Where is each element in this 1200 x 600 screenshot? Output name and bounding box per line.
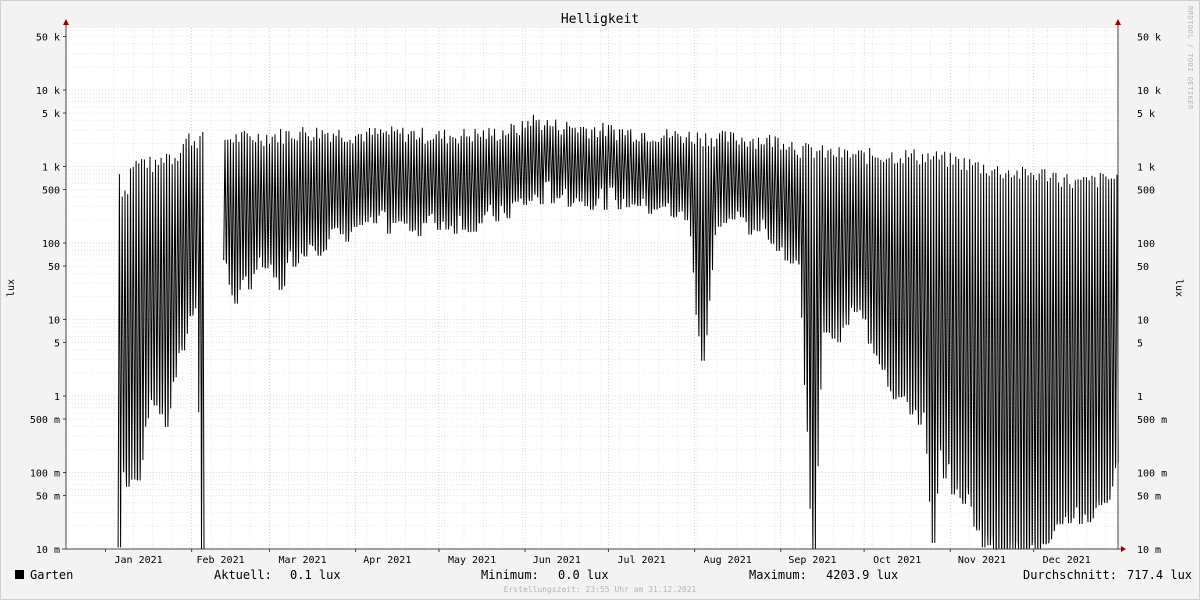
y-tick-label-right: 5 k	[1137, 109, 1155, 120]
legend-swatch	[15, 570, 24, 579]
minimum-label: Minimum:	[481, 568, 539, 582]
x-tick-label: Apr 2021	[363, 555, 411, 566]
chart-title: Helligkeit	[561, 12, 639, 27]
creation-timestamp: Erstellungszeit: 23:55 Uhr am 31.12.2021	[504, 585, 697, 594]
right-tick-labels: 50 k 10 k 5 k 1 k 500 100 50 10 5 1 500 m 100 m 50 m…	[1137, 33, 1167, 556]
rrdtool-watermark: RRDTOOL / TOBI OETIKER	[1186, 6, 1194, 110]
maximum-value: 4203.9 lux	[826, 568, 898, 582]
y-axis-label-right: lux	[1173, 279, 1184, 297]
x-tick-label: Aug 2021	[704, 555, 752, 566]
x-tick-label: Jun 2021	[533, 555, 581, 566]
y-tick-label-right: 500 m	[1137, 415, 1167, 426]
y-tick-label-right: 1	[1137, 392, 1143, 403]
y-tick-label-left: 10 k	[36, 86, 60, 97]
minimum-value: 0.0 lux	[558, 568, 609, 582]
average-label: Durchschnitt:	[1023, 568, 1117, 582]
x-tick-labels: Jan 2021 Feb 2021 Mar 2021 Apr 2021 May 2021…	[105, 549, 1091, 566]
y-tick-label-right: 5	[1137, 339, 1143, 350]
y-tick-label-right: 100 m	[1137, 469, 1167, 480]
y-tick-label-left: 1	[54, 392, 60, 403]
y-tick-label-left: 500	[42, 186, 60, 197]
y-tick-label-left: 10	[48, 316, 60, 327]
average-value: 717.4 lux	[1127, 568, 1192, 582]
y-axis-arrow-right	[1115, 19, 1121, 25]
y-tick-label-right: 500	[1137, 186, 1155, 197]
y-tick-label-left: 5	[54, 339, 60, 350]
x-tick-label: Mar 2021	[278, 555, 326, 566]
x-tick-label: Jan 2021	[114, 555, 162, 566]
y-tick-label-right: 1 k	[1137, 163, 1155, 174]
y-tick-label-left: 500 m	[30, 415, 60, 426]
x-tick-label: Oct 2021	[873, 555, 921, 566]
x-tick-label: Feb 2021	[196, 555, 244, 566]
maximum-label: Maximum:	[749, 568, 807, 582]
x-tick-label: May 2021	[448, 555, 496, 566]
y-tick-label-left: 100	[42, 239, 60, 250]
x-tick-label: Nov 2021	[958, 555, 1006, 566]
y-tick-label-left: 1 k	[42, 163, 60, 174]
y-tick-label-right: 100	[1137, 239, 1155, 250]
current-value: 0.1 lux	[290, 568, 341, 582]
y-tick-label-right: 50 k	[1137, 33, 1161, 44]
y-axis-label-left: lux	[6, 279, 17, 297]
y-tick-label-right: 50 m	[1137, 492, 1161, 503]
y-tick-label-right: 10 k	[1137, 86, 1161, 97]
current-label: Aktuell:	[214, 568, 272, 582]
y-tick-label-right: 10 m	[1137, 545, 1161, 556]
x-axis-arrow	[1121, 546, 1126, 552]
y-tick-label-left: 5 k	[42, 109, 60, 120]
brightness-chart: Helligkeit lux lux RRDTOOL / TOBI OETIKE…	[6, 6, 1194, 594]
x-tick-label: Jul 2021	[617, 555, 665, 566]
left-tick-labels: 50 k 10 k 5 k 1 k 500 100 50 10 5 1 500 m 100 m 50 m…	[30, 33, 66, 556]
y-tick-label-left: 50 k	[36, 33, 60, 44]
y-tick-label-left: 10 m	[36, 545, 60, 556]
y-tick-label-left: 50 m	[36, 492, 60, 503]
y-tick-label-left: 50	[48, 262, 60, 273]
x-tick-label: Dec 2021	[1043, 555, 1091, 566]
y-tick-label-left: 100 m	[30, 469, 60, 480]
y-axis-arrow-left	[63, 19, 69, 25]
x-tick-label: Sep 2021	[788, 555, 836, 566]
y-tick-label-right: 10	[1137, 316, 1149, 327]
y-tick-label-right: 50	[1137, 262, 1149, 273]
legend-label: Garten	[30, 568, 73, 582]
